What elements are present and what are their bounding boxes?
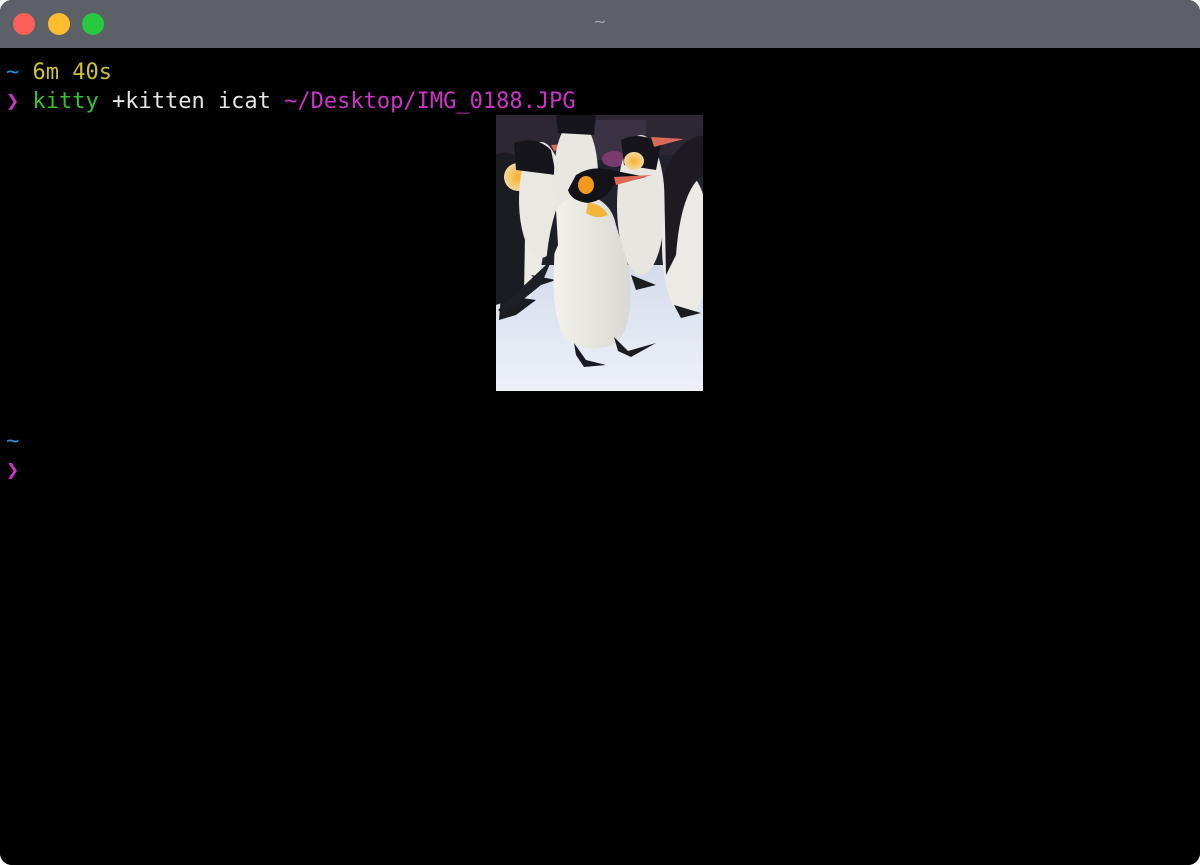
command-args: +kitten icat — [98, 89, 285, 114]
penguins-image — [496, 115, 703, 391]
penguins-photo — [496, 115, 703, 391]
window-title: ~ — [593, 12, 607, 31]
cwd-indicator: ~ — [6, 60, 20, 85]
prompt-symbol: ❯ — [6, 89, 20, 114]
terminal-window: ~ ~ 6m 40s ❯ kitty +kitten icat ~/Deskto… — [0, 0, 1200, 865]
command-line: ❯ kitty +kitten icat ~/Desktop/IMG_0188.… — [6, 87, 576, 116]
prompt-info-line-2: ~ — [6, 427, 19, 456]
command-duration: 6m 40s — [32, 60, 112, 85]
command-path: ~/Desktop/IMG_0188.JPG — [284, 89, 576, 114]
prompt-info-line: ~ 6m 40s — [6, 58, 112, 87]
prompt-symbol-2: ❯ — [6, 458, 20, 483]
terminal-content[interactable]: ~ 6m 40s ❯ kitty +kitten icat ~/Desktop/… — [0, 48, 1200, 865]
command-name: kitty — [32, 89, 99, 114]
active-command-line[interactable]: ❯ — [6, 456, 19, 485]
cwd-indicator-2: ~ — [6, 429, 20, 454]
title-bar[interactable]: ~ — [0, 0, 1200, 48]
